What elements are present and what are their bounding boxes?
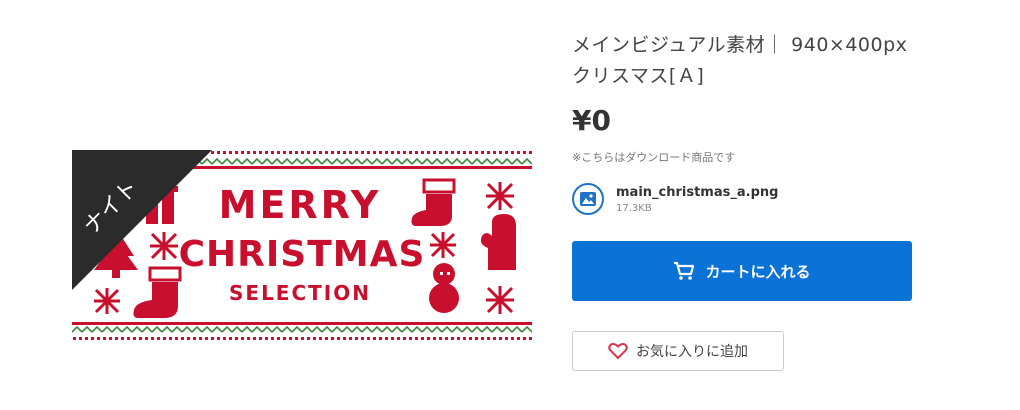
add-to-favorites-label: お気に入りに追加 [636,344,748,360]
add-to-cart-label: カートに入れる [705,262,811,281]
file-name: main_christmas_a.png [616,184,779,200]
banner-line-3: SELECTION [229,281,371,305]
heart-icon [608,343,628,360]
file-size: 17.3KB [616,202,652,214]
product-price: ¥0 [572,104,611,137]
product-title: メインビジュアル素材｜ 940×400px クリスマス[Ａ] [572,34,908,87]
snowflake-icon [430,232,456,258]
snowflake-icon [486,182,514,210]
add-to-favorites-button[interactable]: お気に入りに追加 [572,331,784,371]
image-file-icon [572,183,604,215]
product-info: メインビジュアル素材｜ 940×400px クリスマス[Ａ] ¥0 ※こちらはダ… [572,30,932,371]
snowflake-icon [94,288,120,314]
banner-line-2: CHRISTMAS [179,234,426,275]
product-image: MERRY CHRISTMAS SELECTION ナイト [72,150,532,346]
file-info: main_christmas_a.png 17.3KB [572,183,932,215]
snowflake-icon [486,286,514,314]
bottom-border [72,322,532,342]
add-to-cart-button[interactable]: カートに入れる [572,241,912,301]
banner-line-1: MERRY [219,183,382,227]
cart-icon [674,261,695,280]
snowflake-icon [150,232,178,260]
download-note: ※こちらはダウンロード商品です [572,151,736,164]
